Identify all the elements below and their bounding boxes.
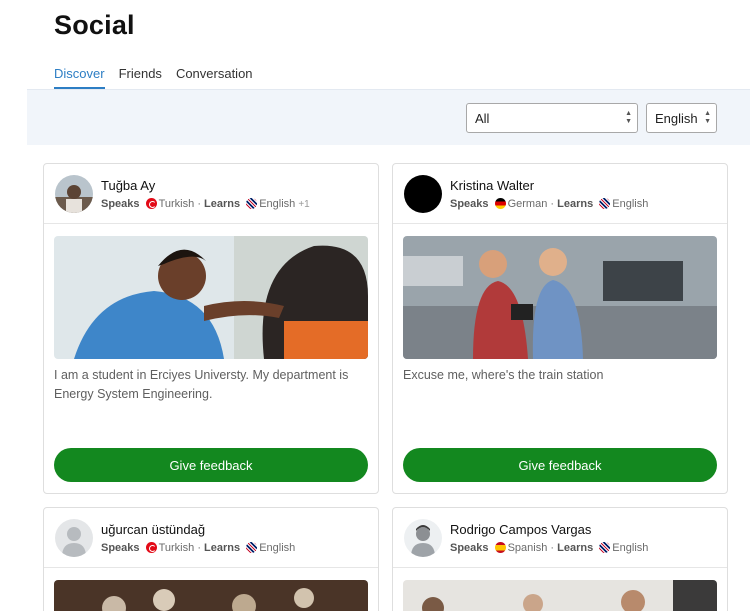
post-card: uğurcan üstündağ Speaks Turkish · Learns… (43, 507, 379, 611)
speaks-label: Speaks (450, 198, 489, 210)
learning-language: English (612, 542, 649, 554)
language-info: Speaks Turkish · Learns English +1 (101, 198, 310, 210)
card-header: Rodrigo Campos Vargas Speaks Spanish · L… (393, 508, 727, 568)
language-select-value: English (655, 111, 698, 126)
card-header: uğurcan üstündağ Speaks Turkish · Learns… (44, 508, 378, 568)
category-select[interactable]: All ▲ ▼ (466, 103, 638, 133)
category-select-value: All (475, 111, 490, 126)
tab-bar: Discover Friends Conversation (54, 66, 253, 89)
separator: · (550, 542, 555, 554)
user-name[interactable]: Rodrigo Campos Vargas (450, 522, 591, 537)
card-header: Kristina Walter Speaks German · Learns E… (393, 164, 727, 224)
avatar-placeholder-icon[interactable] (55, 519, 93, 557)
tab-conversation[interactable]: Conversation (176, 66, 253, 89)
learning-language: English (259, 542, 296, 554)
give-feedback-button[interactable]: Give feedback (54, 448, 368, 482)
learns-label: Learns (557, 542, 594, 554)
germany-flag-icon (494, 198, 506, 209)
avatar[interactable] (404, 175, 442, 213)
learns-label: Learns (557, 198, 594, 210)
language-info: Speaks Turkish · Learns English (101, 542, 295, 554)
select-arrows-icon: ▲ ▼ (704, 110, 711, 125)
give-feedback-button[interactable]: Give feedback (403, 448, 717, 482)
language-info: Speaks Spanish · Learns English (450, 542, 648, 554)
learning-language: English (259, 198, 296, 210)
post-image (54, 580, 368, 611)
extra-languages-count: +1 (298, 199, 310, 210)
learning-language: English (612, 198, 649, 210)
uk-flag-icon (599, 542, 611, 553)
card-header: Tuğba Ay Speaks Turkish · Learns English… (44, 164, 378, 224)
tab-discover[interactable]: Discover (54, 66, 105, 89)
avatar[interactable] (404, 519, 442, 557)
user-name[interactable]: Kristina Walter (450, 178, 534, 193)
learns-label: Learns (204, 542, 241, 554)
native-language: Turkish (158, 198, 195, 210)
language-info: Speaks German · Learns English (450, 198, 648, 210)
uk-flag-icon (246, 198, 258, 209)
filter-bar: All ▲ ▼ English ▲ ▼ (27, 89, 750, 145)
speaks-label: Speaks (101, 198, 140, 210)
uk-flag-icon (599, 198, 611, 209)
turkey-flag-icon (145, 198, 157, 209)
uk-flag-icon (246, 542, 258, 553)
separator: · (197, 198, 201, 210)
spain-flag-icon (494, 542, 506, 553)
post-card: Kristina Walter Speaks German · Learns E… (392, 163, 728, 494)
language-select[interactable]: English ▲ ▼ (646, 103, 717, 133)
post-card: Rodrigo Campos Vargas Speaks Spanish · L… (392, 507, 728, 611)
post-image (54, 236, 368, 359)
post-image (403, 580, 717, 611)
post-card: Tuğba Ay Speaks Turkish · Learns English… (43, 163, 379, 494)
user-name[interactable]: uğurcan üstündağ (101, 522, 205, 537)
tab-friends[interactable]: Friends (119, 66, 162, 89)
native-language: German (507, 198, 548, 210)
page-title: Social (54, 10, 135, 40)
select-arrows-icon: ▲ ▼ (625, 110, 632, 125)
native-language: Spanish (507, 542, 548, 554)
user-name[interactable]: Tuğba Ay (101, 178, 155, 193)
avatar[interactable] (55, 175, 93, 213)
separator: · (197, 542, 201, 554)
speaks-label: Speaks (450, 542, 489, 554)
learns-label: Learns (204, 198, 241, 210)
post-image (403, 236, 717, 359)
separator: · (550, 198, 555, 210)
turkey-flag-icon (145, 542, 157, 553)
native-language: Turkish (158, 542, 195, 554)
post-text: I am a student in Erciyes Universty. My … (54, 368, 349, 401)
speaks-label: Speaks (101, 542, 140, 554)
post-text: Excuse me, where's the train station (403, 368, 604, 382)
